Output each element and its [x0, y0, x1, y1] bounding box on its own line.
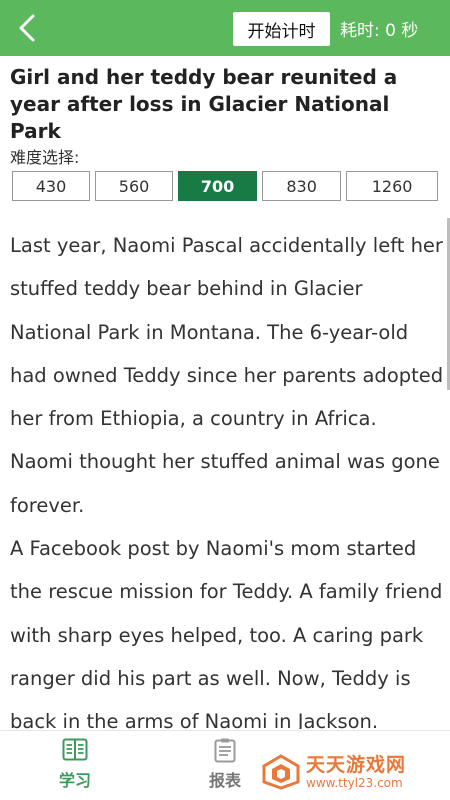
difficulty-option-1260[interactable]: 1260 [346, 171, 439, 201]
watermark-brand: 天天游戏网 [306, 754, 407, 776]
difficulty-option-700[interactable]: 700 [178, 171, 258, 201]
difficulty-label: 难度选择: [10, 148, 80, 167]
article-paragraph: Last year, Naomi Pascal accidentally lef… [10, 234, 444, 517]
tab-report-label: 报表 [208, 771, 241, 790]
difficulty-option-830[interactable]: 830 [262, 171, 342, 201]
watermark: 天天游戏网 www.ttyl23.com [262, 752, 406, 792]
tab-study-label: 学习 [58, 771, 91, 790]
difficulty-option-560[interactable]: 560 [95, 171, 174, 201]
chevron-left-icon [19, 14, 35, 42]
start-timer-button[interactable]: 开始计时 [233, 12, 330, 46]
back-button[interactable] [8, 9, 46, 47]
difficulty-option-430[interactable]: 430 [12, 171, 91, 201]
article-title: Girl and her teddy bear reunited a year … [10, 65, 398, 143]
watermark-url: www.ttyl23.com [306, 776, 403, 790]
tab-study[interactable]: 学习 [45, 737, 105, 797]
clipboard-icon [214, 738, 236, 763]
article-paragraph: A Facebook post by Naomi's mom started t… [10, 537, 443, 729]
tab-report[interactable]: 报表 [195, 737, 255, 797]
watermark-logo-icon [262, 754, 300, 790]
difficulty-selector: 430 560 700 830 1260 [12, 171, 439, 201]
book-icon [62, 738, 88, 761]
top-bar: 开始计时 耗时: 0 秒 [0, 0, 450, 56]
article-body[interactable]: Last year, Naomi Pascal accidentally lef… [10, 224, 444, 729]
elapsed-time: 耗时: 0 秒 [340, 21, 419, 41]
